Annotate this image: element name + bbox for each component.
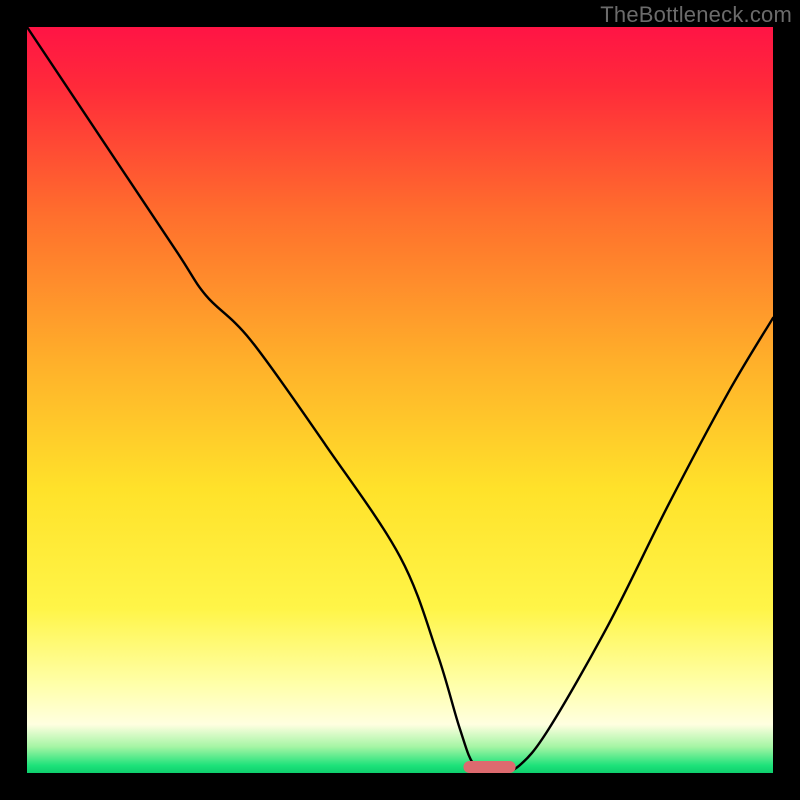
plot-area bbox=[27, 27, 773, 773]
chart-frame: TheBottleneck.com bbox=[0, 0, 800, 800]
watermark-text: TheBottleneck.com bbox=[600, 2, 792, 28]
bottleneck-chart bbox=[27, 27, 773, 773]
optimal-marker bbox=[463, 761, 515, 773]
gradient-background bbox=[27, 27, 773, 773]
